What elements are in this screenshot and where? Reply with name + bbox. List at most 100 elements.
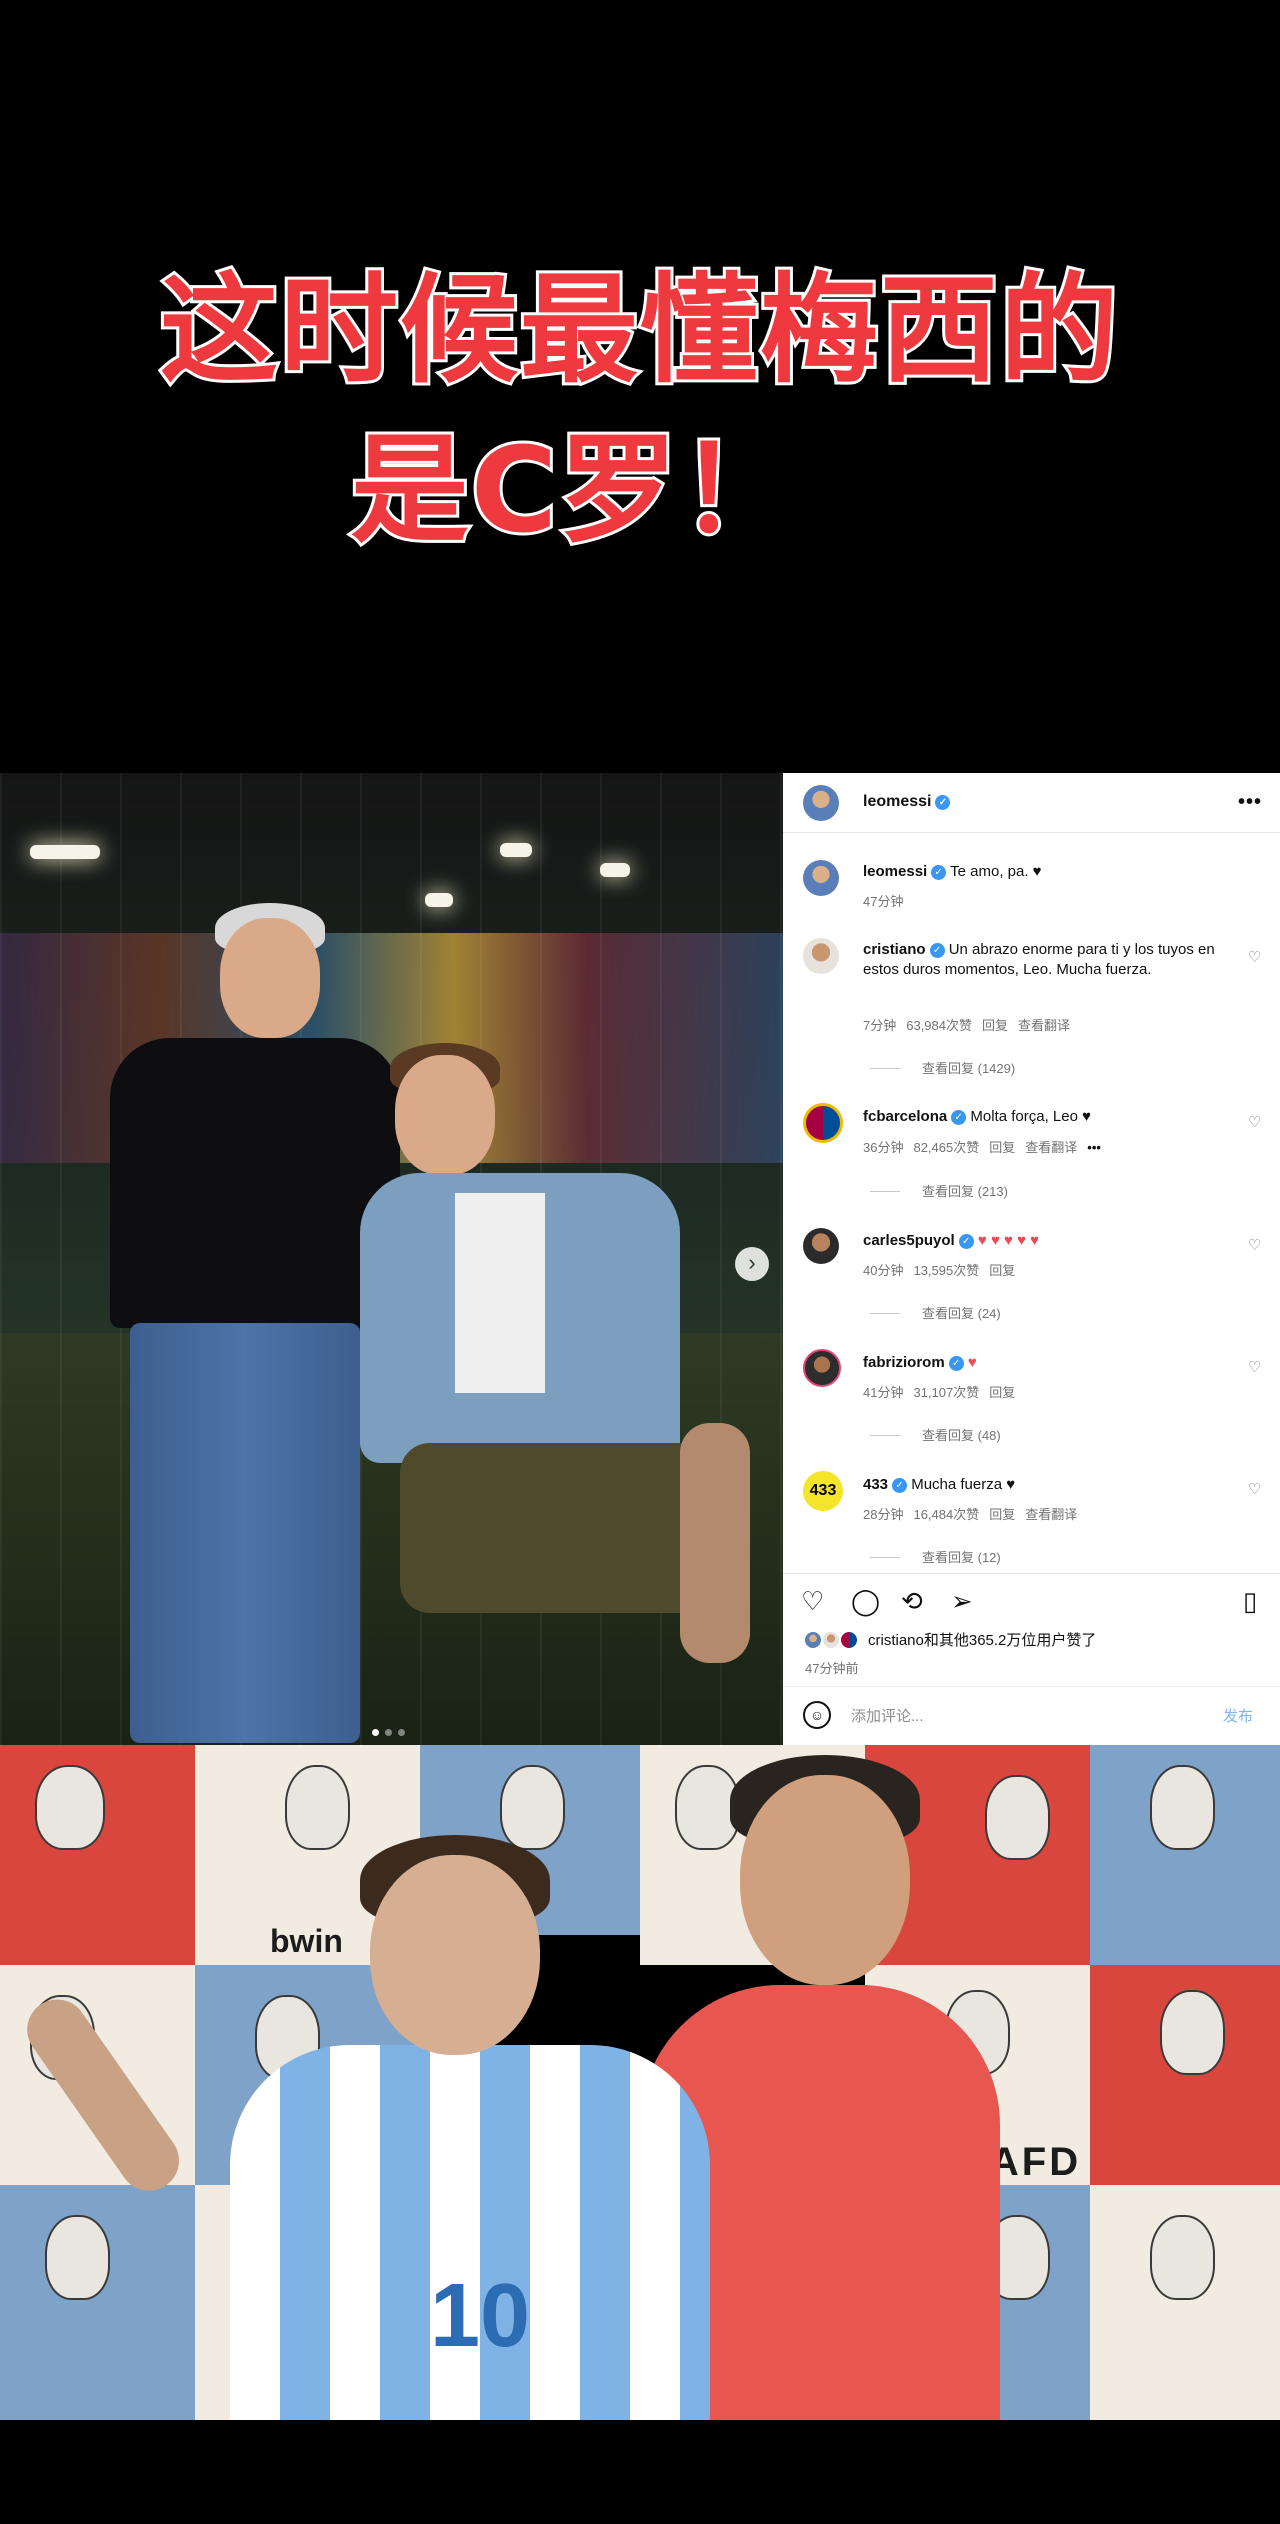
avatar[interactable] xyxy=(803,785,839,821)
next-slide-button[interactable]: › xyxy=(735,1247,769,1281)
person-messi xyxy=(360,1043,780,1743)
carousel-dot xyxy=(385,1729,392,1736)
translate-button[interactable]: 查看翻译 xyxy=(1025,1507,1077,1522)
post-photo[interactable]: › xyxy=(0,773,783,1745)
translate-button[interactable]: 查看翻译 xyxy=(1018,1018,1070,1033)
chevron-right-icon: › xyxy=(748,1250,756,1275)
liked-by-text[interactable]: cristiano和其他365.2万位用户赞了 xyxy=(868,1629,1096,1650)
comment-more-button[interactable]: ••• xyxy=(1087,1140,1101,1155)
ceiling-lamp xyxy=(600,863,630,877)
view-replies-button[interactable]: 查看回复 (1429) xyxy=(870,1058,1015,1077)
caption-username[interactable]: leomessi xyxy=(863,863,927,880)
ceiling-lamp xyxy=(30,845,100,859)
verified-icon: ✓ xyxy=(958,1234,974,1249)
comment-meta: 41分钟 31,107次赞 回复 xyxy=(863,1382,1025,1401)
comment: fcbarcelona ✓ Molta força, Leo ♥ xyxy=(863,1107,1223,1127)
like-comment-heart-icon[interactable]: ♡ xyxy=(1248,948,1261,966)
verified-icon: ✓ xyxy=(935,795,951,810)
comment-text: Mucha fuerza ♥ xyxy=(911,1476,1016,1493)
heart-icon[interactable]: ♡ xyxy=(801,1586,824,1617)
comment: carles5puyol ✓ ♥ ♥ ♥ ♥ ♥ xyxy=(863,1231,1223,1251)
comment-time: 40分钟 xyxy=(863,1263,904,1278)
view-replies-button[interactable]: 查看回复 (213) xyxy=(870,1181,1008,1200)
white-tshirt xyxy=(455,1193,545,1393)
view-replies-button[interactable]: 查看回复 (12) xyxy=(870,1547,1001,1566)
collage-tile xyxy=(1090,1745,1280,1965)
reply-button[interactable]: 回复 xyxy=(989,1263,1015,1278)
carousel-dots xyxy=(372,1729,405,1736)
like-comment-heart-icon[interactable]: ♡ xyxy=(1248,1358,1261,1376)
comment-username[interactable]: cristiano xyxy=(863,941,926,958)
avatar[interactable]: 433 xyxy=(803,1471,843,1511)
carousel-dot xyxy=(398,1729,405,1736)
comment-likes[interactable]: 16,484次赞 xyxy=(913,1507,979,1522)
instagram-comments-panel: leomessi ✓ ••• leomessi ✓ Te amo, pa. ♥ 47… xyxy=(783,773,1280,1745)
collage-image: bwin KAFD 10 xyxy=(0,1745,1280,2420)
comment-time: 36分钟 xyxy=(863,1140,904,1155)
comment-text: ♥ xyxy=(967,1354,977,1371)
reply-button[interactable]: 回复 xyxy=(989,1140,1015,1155)
comment-username[interactable]: fabriziorom xyxy=(863,1354,945,1371)
avatar[interactable] xyxy=(803,1349,841,1387)
avatar[interactable] xyxy=(803,1103,843,1143)
like-comment-heart-icon[interactable]: ♡ xyxy=(1248,1113,1261,1131)
bottom-band xyxy=(0,2420,1280,2524)
avatar[interactable] xyxy=(803,860,839,896)
comment-input[interactable]: 添加评论... xyxy=(851,1705,924,1726)
liker-avatar xyxy=(803,1630,823,1650)
collage-tile xyxy=(0,1745,195,1965)
post-comment-button[interactable]: 发布 xyxy=(1223,1705,1253,1726)
bookmark-icon[interactable]: ▯ xyxy=(1243,1586,1257,1617)
view-replies-button[interactable]: 查看回复 (24) xyxy=(870,1303,1001,1322)
ronaldo-head xyxy=(740,1775,910,1985)
comment-username[interactable]: 433 xyxy=(863,1476,888,1493)
collage-tile xyxy=(1090,2185,1280,2420)
collage-tile xyxy=(1090,1965,1280,2185)
comment: 433 ✓ Mucha fuerza ♥ xyxy=(863,1475,1223,1495)
comment: fabriziorom ✓ ♥ xyxy=(863,1353,1223,1373)
avatar[interactable] xyxy=(803,938,839,974)
comment-meta: 36分钟 82,465次赞 回复 查看翻译 ••• xyxy=(863,1137,1111,1156)
comment-likes[interactable]: 31,107次赞 xyxy=(913,1385,979,1400)
send-icon[interactable]: ➢ xyxy=(951,1586,973,1617)
reply-button[interactable]: 回复 xyxy=(982,1018,1008,1033)
carousel-dot xyxy=(372,1729,379,1736)
translate-button[interactable]: 查看翻译 xyxy=(1025,1140,1077,1155)
headline-line-2: 是C罗！ xyxy=(348,418,801,562)
reply-button[interactable]: 回复 xyxy=(989,1385,1015,1400)
ceiling-lamp xyxy=(425,893,453,907)
comment-icon[interactable]: ◯ xyxy=(851,1586,880,1617)
caption-text: Te amo, pa. ♥ xyxy=(950,863,1042,880)
verified-icon: ✓ xyxy=(892,1478,908,1493)
like-comment-heart-icon[interactable]: ♡ xyxy=(1248,1480,1261,1498)
black-shirt xyxy=(110,1038,400,1328)
repost-icon[interactable]: ⟲ xyxy=(901,1586,923,1617)
like-comment-heart-icon[interactable]: ♡ xyxy=(1248,1236,1261,1254)
comment-meta: 28分钟 16,484次赞 回复 查看翻译 xyxy=(863,1504,1087,1523)
comment-bar: ☺ 添加评论... 发布 xyxy=(783,1686,1280,1744)
post-time: 47分钟前 xyxy=(805,1661,859,1676)
verified-icon: ✓ xyxy=(948,1356,964,1371)
comment: cristiano ✓ Un abrazo enorme para ti y lo… xyxy=(863,940,1223,980)
comment-username[interactable]: carles5puyol xyxy=(863,1232,955,1249)
more-options-button[interactable]: ••• xyxy=(1238,791,1262,814)
comment-likes[interactable]: 82,465次赞 xyxy=(913,1140,979,1155)
comment-text: ♥ ♥ ♥ ♥ ♥ xyxy=(977,1232,1040,1249)
verified-icon: ✓ xyxy=(931,865,947,880)
shirt-number: 10 xyxy=(430,2266,531,2366)
comment-likes[interactable]: 63,984次赞 xyxy=(906,1018,972,1033)
comment-likes[interactable]: 13,595次赞 xyxy=(913,1263,979,1278)
username[interactable]: leomessi xyxy=(863,793,931,810)
comment-meta: 7分钟 63,984次赞 回复 查看翻译 xyxy=(863,1015,1080,1034)
head xyxy=(395,1055,495,1175)
comment-time: 28分钟 xyxy=(863,1507,904,1522)
comment-username[interactable]: fcbarcelona xyxy=(863,1108,947,1125)
verified-icon: ✓ xyxy=(951,1110,967,1125)
avatar[interactable] xyxy=(803,1228,839,1264)
emoji-icon[interactable]: ☺ xyxy=(803,1701,831,1729)
view-replies-button[interactable]: 查看回复 (48) xyxy=(870,1425,1001,1444)
tattooed-leg xyxy=(680,1423,750,1663)
headline-line-1: 这时候最懂梅西的 xyxy=(157,258,1121,402)
post-author[interactable]: leomessi ✓ xyxy=(863,793,951,811)
reply-button[interactable]: 回复 xyxy=(989,1507,1015,1522)
